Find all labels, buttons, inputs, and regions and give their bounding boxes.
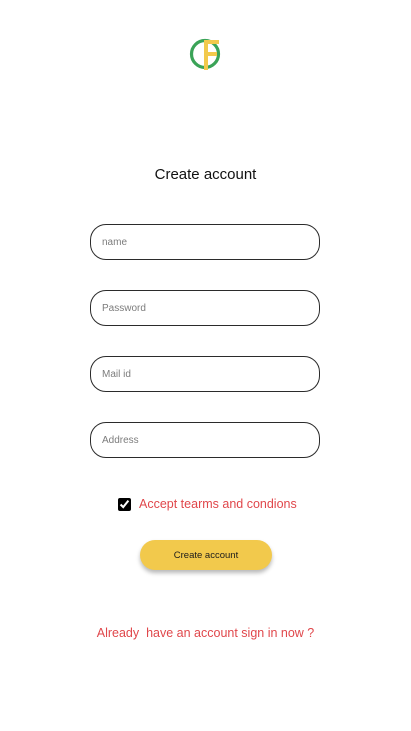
terms-row: Accept tearms and condions — [118, 497, 297, 511]
name-field-container — [90, 224, 320, 260]
name-input[interactable] — [91, 225, 319, 259]
create-account-button[interactable]: Create account — [140, 540, 272, 570]
terms-label[interactable]: Accept tearms and condions — [139, 497, 297, 511]
address-input[interactable] — [91, 423, 319, 457]
mail-input[interactable] — [91, 357, 319, 391]
page-title: Create account — [154, 166, 257, 183]
password-input[interactable] — [91, 291, 319, 325]
mail-field-container — [90, 356, 320, 392]
password-field-container — [90, 290, 320, 326]
app-logo-icon — [189, 38, 221, 70]
address-field-container — [90, 422, 320, 458]
sign-in-link[interactable]: Already have an account sign in now ? — [0, 626, 411, 640]
terms-checkbox[interactable] — [118, 497, 131, 511]
